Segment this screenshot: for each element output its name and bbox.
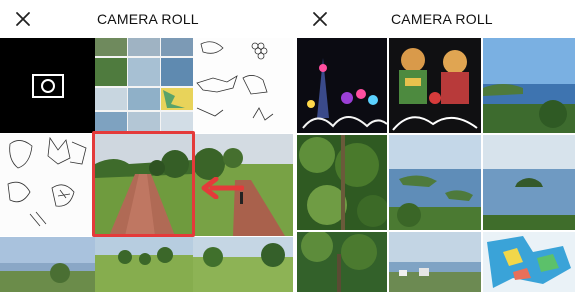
photo-thumbnail[interactable] bbox=[95, 134, 193, 236]
page-title: CAMERA ROLL bbox=[97, 11, 199, 27]
photo-thumbnail[interactable] bbox=[0, 237, 95, 292]
photo-grid bbox=[297, 38, 575, 292]
photo-thumbnail[interactable] bbox=[297, 232, 387, 292]
photo-thumbnail[interactable] bbox=[95, 237, 193, 292]
photo-thumbnail[interactable] bbox=[193, 237, 293, 292]
photo-thumbnail[interactable] bbox=[389, 135, 481, 230]
photo-thumbnail[interactable] bbox=[297, 38, 387, 133]
photo-thumbnail[interactable] bbox=[483, 135, 575, 230]
close-icon[interactable] bbox=[13, 9, 33, 29]
photo-thumbnail[interactable] bbox=[297, 135, 387, 230]
photo-thumbnail[interactable] bbox=[389, 232, 481, 292]
photo-thumbnail[interactable] bbox=[389, 38, 481, 133]
photo-thumbnail[interactable] bbox=[193, 38, 293, 133]
close-icon[interactable] bbox=[310, 9, 330, 29]
camera-capture-tile[interactable] bbox=[0, 38, 95, 133]
header-bar: CAMERA ROLL bbox=[0, 0, 293, 38]
photo-thumbnail[interactable] bbox=[483, 38, 575, 133]
photo-thumbnail[interactable] bbox=[0, 134, 95, 236]
page-title: CAMERA ROLL bbox=[391, 11, 493, 27]
camera-roll-panel-right: CAMERA ROLL bbox=[297, 0, 575, 292]
camera-roll-panel-left: CAMERA ROLL bbox=[0, 0, 293, 292]
camera-icon bbox=[31, 73, 65, 99]
header-bar: CAMERA ROLL bbox=[297, 0, 575, 38]
photo-grid bbox=[0, 38, 293, 292]
photo-thumbnail[interactable] bbox=[483, 232, 575, 292]
photo-thumbnail[interactable] bbox=[95, 38, 193, 133]
photo-thumbnail[interactable] bbox=[193, 134, 293, 236]
